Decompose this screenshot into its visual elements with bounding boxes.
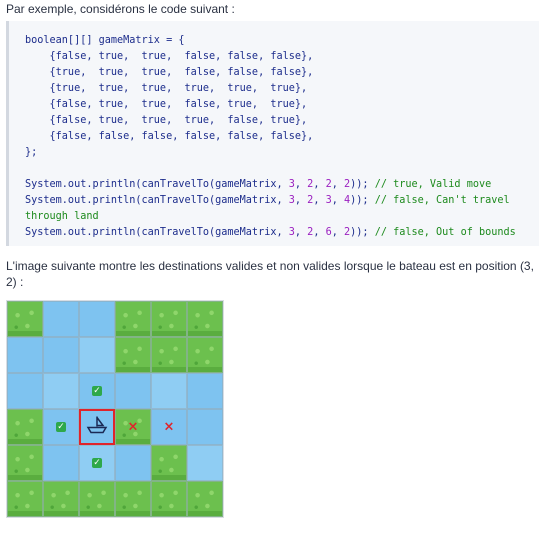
water-tile: ✓ <box>79 373 115 409</box>
land-tile <box>151 337 187 373</box>
water-tile <box>187 373 223 409</box>
code-line-declaration: boolean[][] gameMatrix = { <box>25 35 185 46</box>
code-call-sep: , <box>331 195 345 206</box>
code-call-prefix: System.out.println(canTravelTo(gameMatri… <box>25 195 289 206</box>
water-tile <box>115 373 151 409</box>
water-tile <box>43 301 79 337</box>
water-tile <box>79 409 115 445</box>
land-tile <box>151 301 187 337</box>
code-call-suffix: )); <box>350 227 375 238</box>
code-line-matrix-row: {true, true, true, true, true, true}, <box>25 83 308 94</box>
code-comment: // false, Can't travel <box>374 195 510 206</box>
valid-destination-icon: ✓ <box>92 458 102 468</box>
code-call-sep: , <box>331 179 345 190</box>
boat-icon <box>86 415 108 440</box>
land-tile <box>115 337 151 373</box>
water-tile <box>7 373 43 409</box>
land-tile <box>7 409 43 445</box>
land-tile <box>7 481 43 517</box>
code-comment: through land <box>25 211 99 222</box>
land-tile <box>115 301 151 337</box>
code-line-call: through land <box>25 211 99 222</box>
invalid-destination-icon: × <box>127 419 139 435</box>
code-call-suffix: )); <box>350 195 375 206</box>
land-tile <box>187 301 223 337</box>
code-call-sep: , <box>294 179 308 190</box>
code-call-sep: , <box>294 227 308 238</box>
land-tile <box>151 445 187 481</box>
game-board-grid: ✓ ✓ × × ✓ <box>7 301 223 517</box>
code-line-matrix-row: {true, true, true, false, false, false}, <box>25 67 314 78</box>
invalid-destination-icon: × <box>163 419 175 435</box>
land-tile <box>151 481 187 517</box>
code-line-call: System.out.println(canTravelTo(gameMatri… <box>25 179 491 190</box>
game-board-image: ✓ ✓ × × ✓ <box>6 300 224 518</box>
code-line-matrix-row: {false, true, true, false, true, true}, <box>25 99 308 110</box>
code-call-sep: , <box>313 179 326 190</box>
code-call-prefix: System.out.println(canTravelTo(gameMatri… <box>25 179 289 190</box>
water-tile <box>187 445 223 481</box>
code-line-closing: }; <box>25 147 38 158</box>
code-line-matrix-row: {false, true, true, false, false, false}… <box>25 51 314 62</box>
code-comment: // false, Out of bounds <box>374 227 516 238</box>
code-call-suffix: )); <box>350 179 375 190</box>
water-tile <box>115 445 151 481</box>
land-tile <box>7 301 43 337</box>
code-line-call: System.out.println(canTravelTo(gameMatri… <box>25 227 516 238</box>
water-tile: ✓ <box>43 409 79 445</box>
valid-destination-icon: ✓ <box>56 422 66 432</box>
land-tile <box>43 481 79 517</box>
water-tile: ✓ <box>79 445 115 481</box>
code-block: boolean[][] gameMatrix = { {false, true,… <box>6 21 539 246</box>
code-line-matrix-row: {false, false, false, false, false, fals… <box>25 131 314 142</box>
code-call-prefix: System.out.println(canTravelTo(gameMatri… <box>25 227 289 238</box>
code-comment: // true, Valid move <box>374 179 492 190</box>
water-tile <box>187 409 223 445</box>
code-line-call: System.out.println(canTravelTo(gameMatri… <box>25 195 510 206</box>
land-tile <box>7 445 43 481</box>
code-line-matrix-row: {false, true, true, true, false, true}, <box>25 115 308 126</box>
code-content: boolean[][] gameMatrix = { {false, true,… <box>9 21 539 241</box>
water-tile <box>43 337 79 373</box>
valid-destination-icon: ✓ <box>92 386 102 396</box>
land-tile <box>115 481 151 517</box>
water-tile <box>151 373 187 409</box>
code-call-sep: , <box>294 195 308 206</box>
caption-text: L'image suivante montre les destinations… <box>6 259 534 289</box>
water-tile <box>79 301 115 337</box>
land-tile <box>79 481 115 517</box>
water-tile <box>43 445 79 481</box>
land-tile <box>187 481 223 517</box>
water-tile: × <box>151 409 187 445</box>
water-tile <box>79 337 115 373</box>
intro-text: Par exemple, considérons le code suivant… <box>6 2 235 16</box>
code-call-sep: , <box>313 195 326 206</box>
land-tile: × <box>115 409 151 445</box>
water-tile <box>7 337 43 373</box>
code-call-sep: , <box>313 227 326 238</box>
code-call-sep: , <box>331 227 345 238</box>
land-tile <box>187 337 223 373</box>
water-tile <box>43 373 79 409</box>
